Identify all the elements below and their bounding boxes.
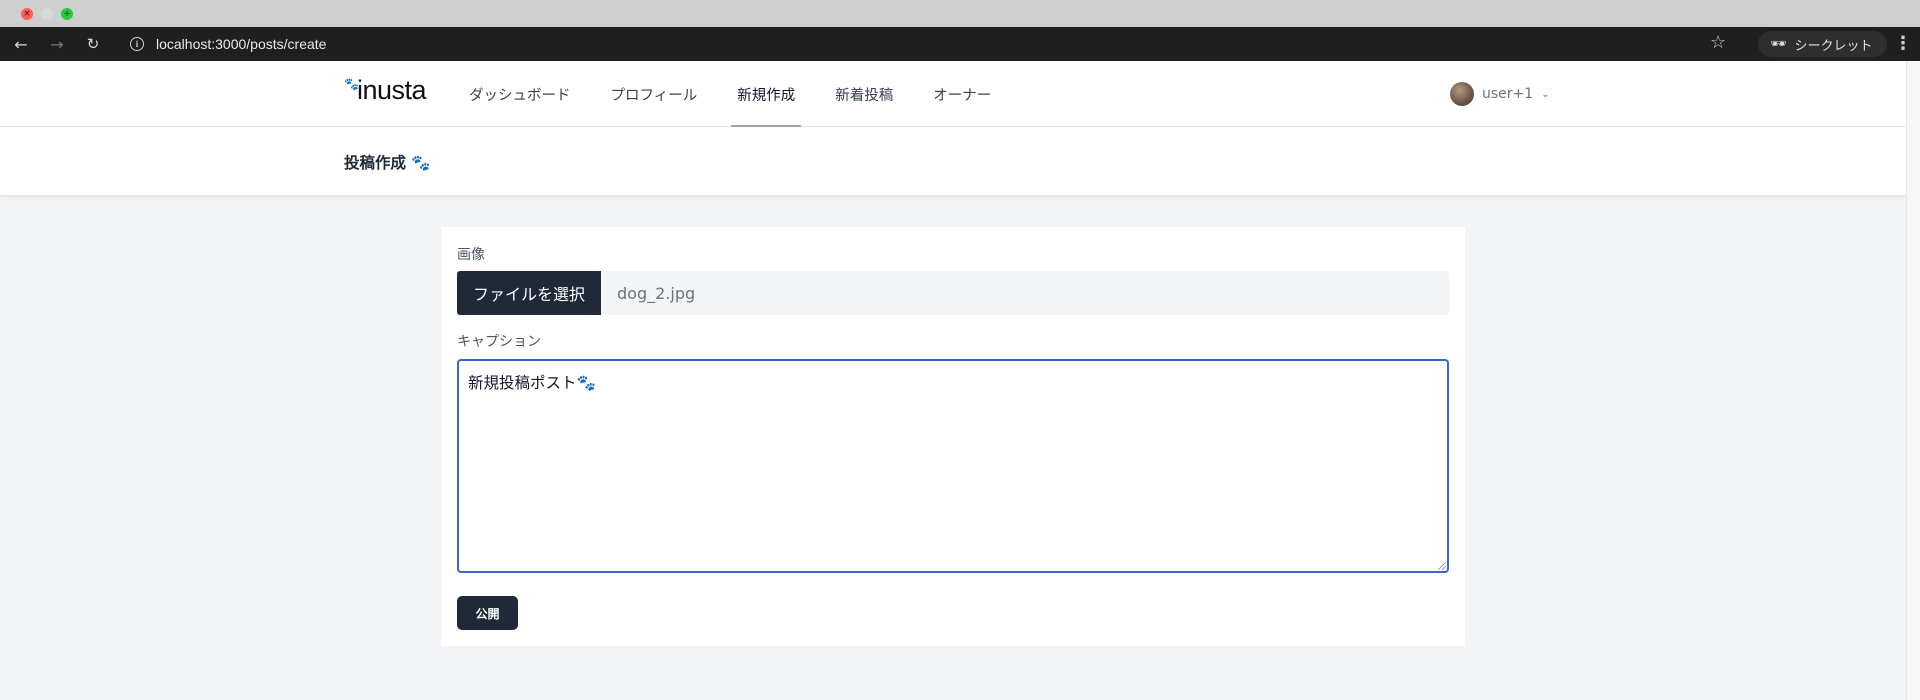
- image-label: 画像: [457, 247, 485, 263]
- incognito-icon: 🕶: [1770, 36, 1787, 52]
- scrollbar[interactable]: [1906, 61, 1920, 700]
- logo[interactable]: 🐾 inusta: [344, 75, 427, 106]
- back-arrow-icon[interactable]: ←: [10, 33, 32, 55]
- caption-label: キャプション: [457, 334, 541, 350]
- resize-handle-icon[interactable]: [1438, 562, 1446, 570]
- caption-textarea[interactable]: 新規投稿ポスト🐾: [457, 359, 1449, 573]
- nav-item-latest-posts[interactable]: 新着投稿: [833, 61, 895, 127]
- page-title: 投稿作成 🐾: [344, 154, 431, 172]
- main-nav: ダッシュボード プロフィール 新規作成 新着投稿 オーナー: [467, 61, 1029, 127]
- app-header: 🐾 inusta ダッシュボード プロフィール 新規作成 新着投稿 オーナー u…: [0, 61, 1906, 127]
- minimize-icon[interactable]: [41, 8, 53, 20]
- maximize-icon[interactable]: +: [61, 8, 73, 20]
- nav-item-owner[interactable]: オーナー: [931, 61, 993, 127]
- nav-item-profile[interactable]: プロフィール: [609, 61, 700, 127]
- user-name: user+1: [1482, 86, 1534, 102]
- url-text[interactable]: localhost:3000/posts/create: [156, 36, 326, 52]
- incognito-badge[interactable]: 🕶 シークレット: [1758, 31, 1887, 57]
- nav-item-dashboard[interactable]: ダッシュボード: [467, 61, 573, 127]
- logo-text: inusta: [356, 75, 427, 105]
- browser-toolbar: ← → ↻ i localhost:3000/posts/create ☆ 🕶 …: [0, 27, 1920, 61]
- post-form-card: 画像 ファイルを選択 dog_2.jpg キャプション 新規投稿ポスト🐾 公開: [441, 227, 1465, 646]
- choose-file-button[interactable]: ファイルを選択: [457, 271, 602, 315]
- avatar-icon: [1450, 82, 1474, 106]
- user-menu[interactable]: user+1 ⌄: [1450, 61, 1550, 127]
- chevron-down-icon: ⌄: [1541, 88, 1550, 100]
- reload-icon[interactable]: ↻: [82, 33, 104, 55]
- caption-text[interactable]: 新規投稿ポスト🐾: [468, 374, 596, 392]
- incognito-label: シークレット: [1794, 38, 1873, 54]
- close-icon[interactable]: ×: [21, 8, 33, 20]
- file-input[interactable]: ファイルを選択 dog_2.jpg: [457, 271, 1449, 315]
- window-titlebar: × +: [0, 0, 1920, 27]
- publish-button[interactable]: 公開: [457, 596, 518, 630]
- info-icon[interactable]: i: [130, 37, 144, 51]
- address-bar[interactable]: i localhost:3000/posts/create: [120, 31, 1740, 57]
- file-name: dog_2.jpg: [617, 283, 696, 303]
- forward-arrow-icon[interactable]: →: [46, 33, 68, 55]
- page-heading: 投稿作成 🐾: [0, 127, 1906, 195]
- nav-item-create[interactable]: 新規作成: [731, 61, 802, 127]
- star-icon[interactable]: ☆: [1710, 32, 1726, 53]
- more-vertical-icon[interactable]: ⋮: [1894, 33, 1912, 54]
